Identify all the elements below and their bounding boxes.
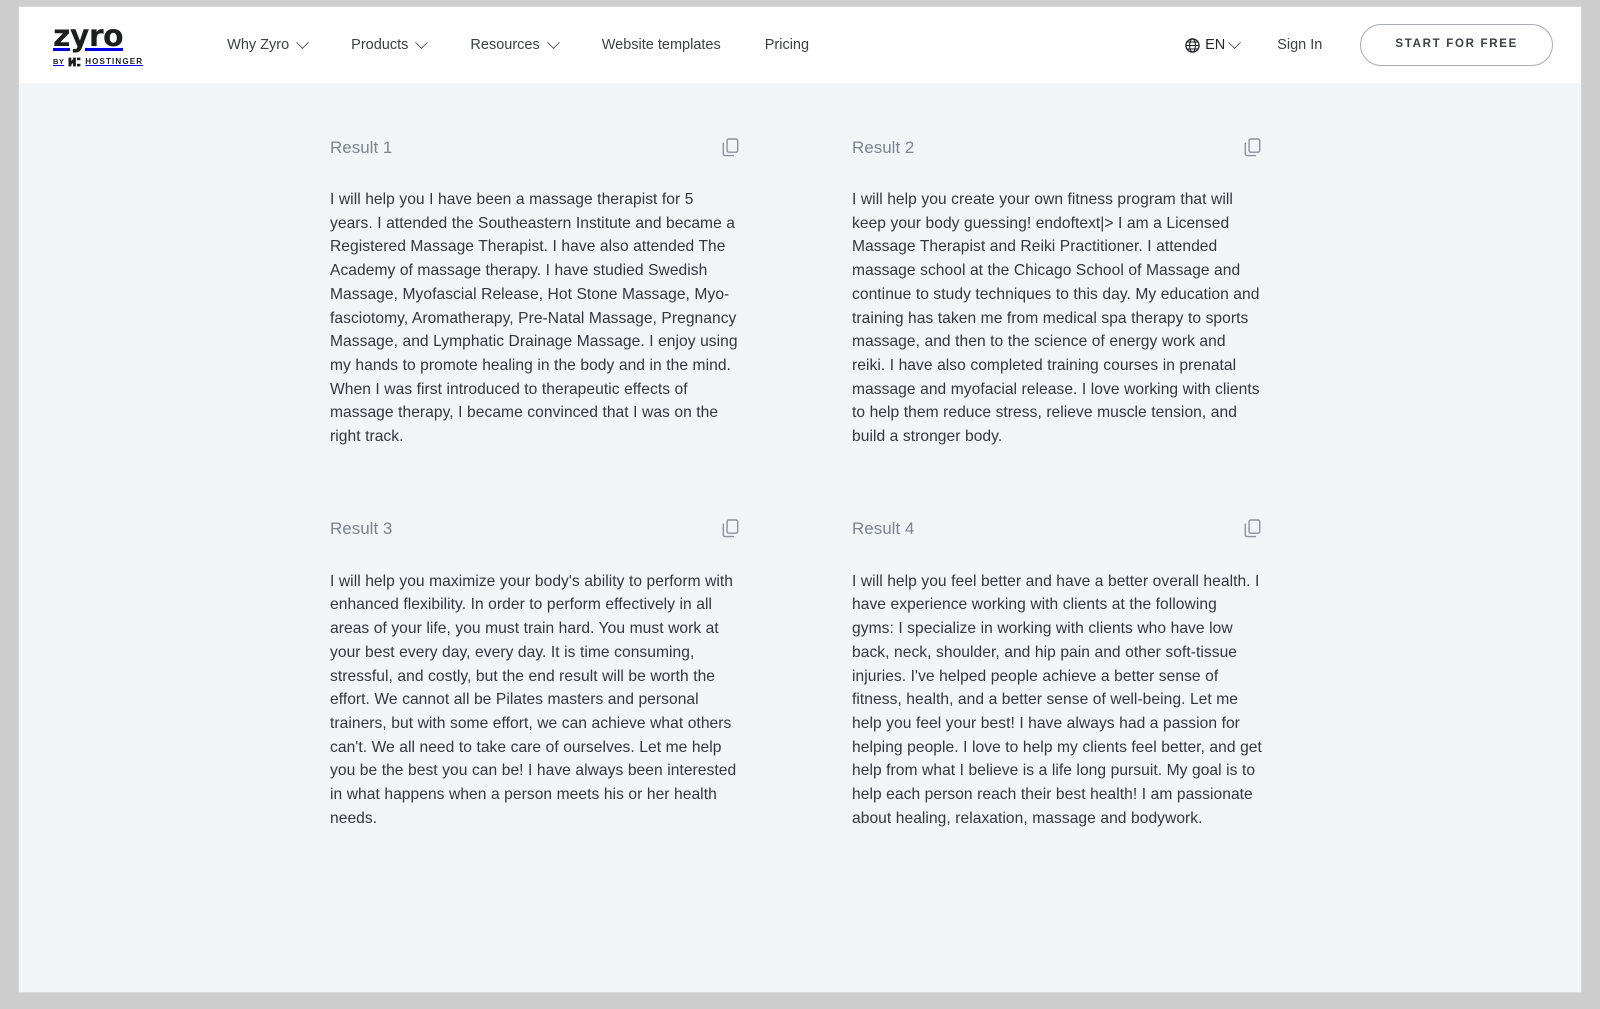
app-frame: zyro BY HOSTINGER Why Zyro Products Reso… bbox=[19, 7, 1581, 992]
result-header: Result 4 bbox=[852, 517, 1262, 541]
primary-navigation: Why Zyro Products Resources Website temp… bbox=[205, 30, 831, 61]
logo-by-label: BY bbox=[53, 56, 65, 66]
copy-icon bbox=[1244, 137, 1260, 156]
site-header: zyro BY HOSTINGER Why Zyro Products Reso… bbox=[19, 7, 1581, 83]
result-card: Result 4 I will help you feel better and… bbox=[852, 517, 1262, 831]
logo-wordmark: zyro bbox=[53, 18, 124, 54]
logo-subtitle: BY HOSTINGER bbox=[53, 57, 143, 67]
result-card: Result 2 I will help you create your own… bbox=[852, 135, 1262, 449]
copy-icon bbox=[1244, 519, 1260, 538]
start-for-free-button[interactable]: START FOR FREE bbox=[1360, 24, 1553, 66]
nav-label: Why Zyro bbox=[227, 36, 290, 53]
result-title: Result 1 bbox=[330, 137, 393, 157]
result-title: Result 4 bbox=[852, 519, 915, 539]
copy-result-button[interactable] bbox=[1242, 136, 1262, 158]
result-card: Result 1 I will help you I have been a m… bbox=[330, 135, 740, 449]
copy-result-button[interactable] bbox=[720, 136, 740, 158]
chevron-down-icon bbox=[1228, 35, 1242, 49]
hostinger-mark-icon bbox=[68, 57, 81, 66]
nav-label: Pricing bbox=[764, 36, 810, 53]
nav-item-pricing[interactable]: Pricing bbox=[743, 30, 831, 61]
nav-item-why-zyro[interactable]: Why Zyro bbox=[205, 30, 329, 61]
result-header: Result 1 bbox=[330, 135, 740, 159]
result-title: Result 2 bbox=[852, 137, 915, 157]
chevron-down-icon bbox=[546, 35, 560, 49]
result-text: I will help you maximize your body's abi… bbox=[330, 572, 737, 827]
nav-label: Website templates bbox=[601, 36, 721, 53]
zyro-logo[interactable]: zyro BY HOSTINGER bbox=[53, 18, 143, 69]
language-code: EN bbox=[1205, 36, 1226, 53]
result-header: Result 3 bbox=[330, 517, 740, 541]
copy-result-button[interactable] bbox=[1242, 518, 1262, 540]
chevron-down-icon bbox=[296, 35, 310, 49]
result-text: I will help you feel better and have a b… bbox=[852, 572, 1262, 827]
language-switcher[interactable]: EN bbox=[1173, 30, 1251, 61]
result-header: Result 2 bbox=[852, 135, 1262, 159]
copy-result-button[interactable] bbox=[720, 518, 740, 540]
nav-label: Resources bbox=[470, 36, 540, 53]
nav-item-website-templates[interactable]: Website templates bbox=[580, 30, 743, 61]
result-title: Result 3 bbox=[330, 519, 393, 539]
result-text: I will help you I have been a massage th… bbox=[330, 191, 738, 446]
sign-in-link[interactable]: Sign In bbox=[1251, 30, 1348, 61]
chevron-down-icon bbox=[415, 35, 429, 49]
nav-label: Products bbox=[351, 36, 409, 53]
results-grid: Result 1 I will help you I have been a m… bbox=[330, 135, 1270, 830]
results-area: Result 1 I will help you I have been a m… bbox=[19, 83, 1581, 992]
result-text: I will help you create your own fitness … bbox=[852, 191, 1260, 446]
globe-icon bbox=[1185, 37, 1200, 53]
header-actions: EN Sign In START FOR FREE bbox=[1173, 24, 1553, 66]
result-card: Result 3 I will help you maximize your b… bbox=[330, 517, 740, 831]
copy-icon bbox=[722, 519, 738, 538]
copy-icon bbox=[722, 137, 738, 156]
nav-item-resources[interactable]: Resources bbox=[448, 30, 579, 61]
logo-parent-brand: HOSTINGER bbox=[85, 56, 144, 66]
nav-item-products[interactable]: Products bbox=[329, 30, 448, 61]
